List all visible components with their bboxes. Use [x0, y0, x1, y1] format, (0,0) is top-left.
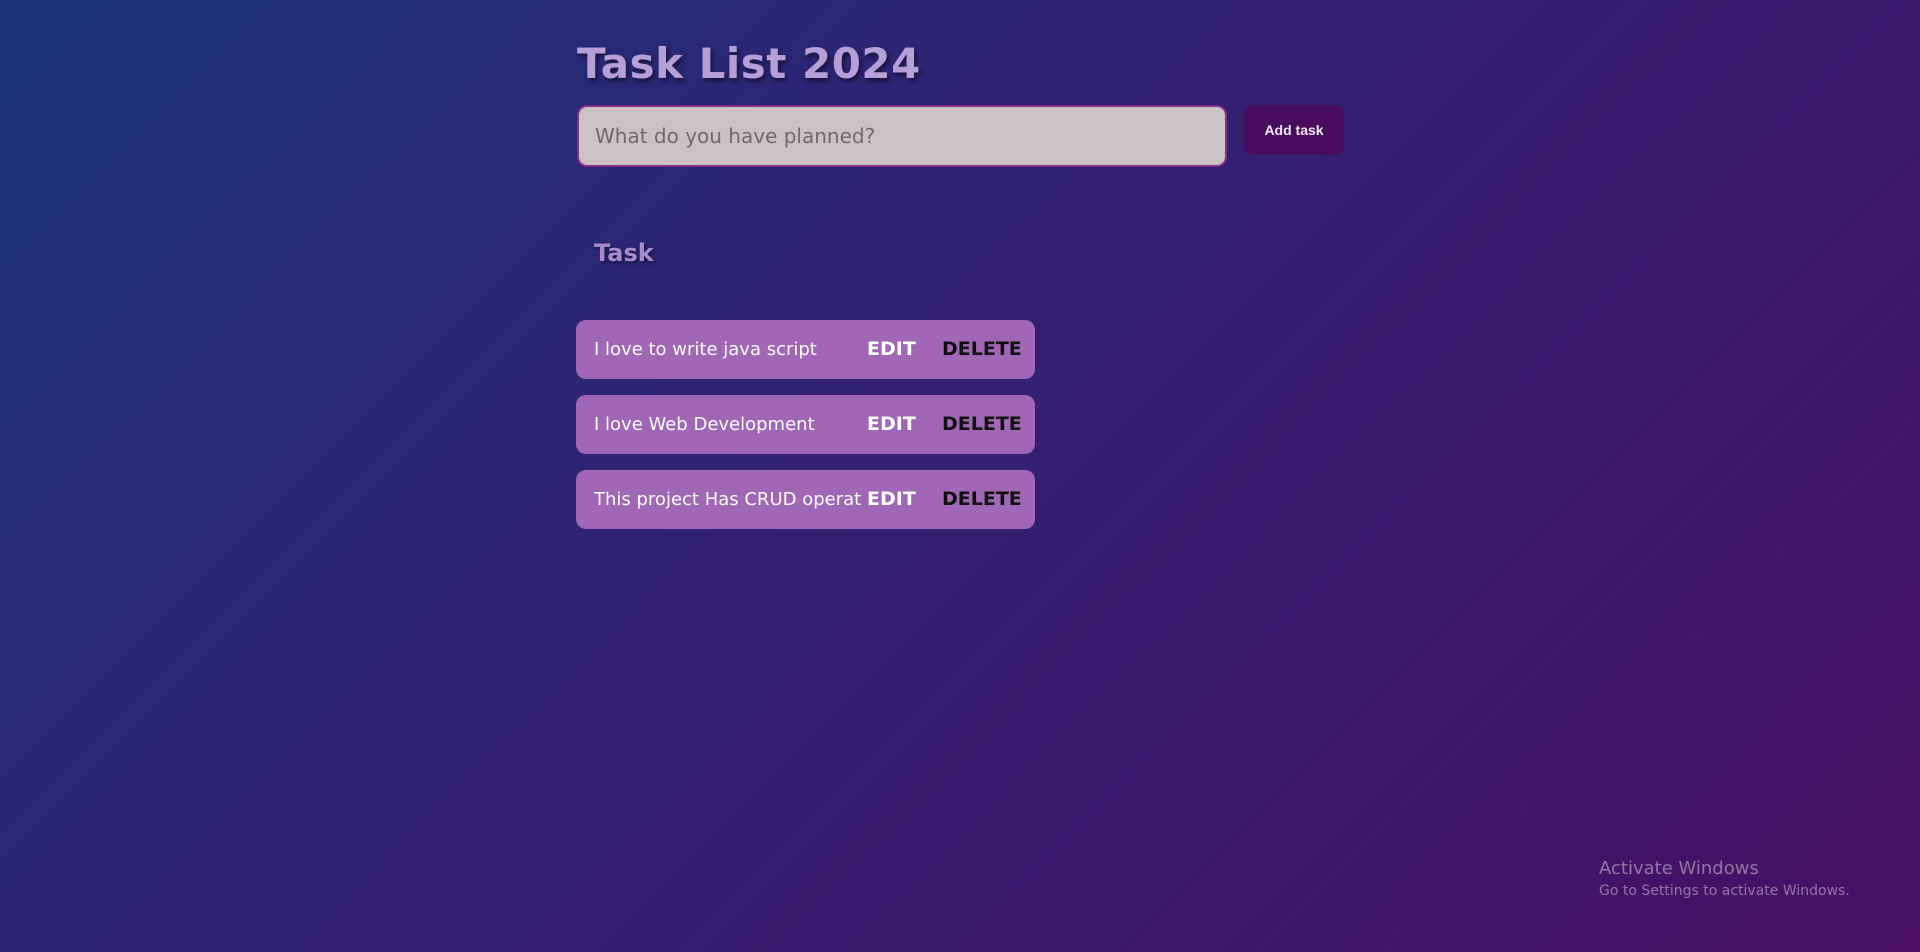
edit-button[interactable]: EDIT — [867, 470, 916, 529]
task-text[interactable]: I love Web Development — [594, 395, 862, 454]
task-text[interactable]: This project Has CRUD operatic — [594, 470, 862, 529]
task-item: I love to write java script EDIT DELETE — [576, 320, 1035, 379]
delete-button[interactable]: DELETE — [942, 320, 1022, 379]
new-task-form: Add task — [577, 105, 1357, 167]
watermark-title: Activate Windows — [1599, 858, 1759, 879]
task-item: This project Has CRUD operatic EDIT DELE… — [576, 470, 1035, 529]
task-section-title: Task — [594, 239, 654, 267]
new-task-input[interactable] — [577, 105, 1227, 167]
add-task-button[interactable]: Add task — [1244, 105, 1344, 155]
edit-button[interactable]: EDIT — [867, 320, 916, 379]
task-text[interactable]: I love to write java script — [594, 320, 862, 379]
task-app: Task List 2024 Add task Task I love to w… — [576, 36, 1357, 529]
watermark-subtitle: Go to Settings to activate Windows. — [1599, 883, 1850, 899]
activate-windows-watermark: Activate Windows Go to Settings to activ… — [1599, 858, 1850, 899]
page-title: Task List 2024 — [577, 39, 921, 88]
delete-button[interactable]: DELETE — [942, 470, 1022, 529]
task-item: I love Web Development EDIT DELETE — [576, 395, 1035, 454]
delete-button[interactable]: DELETE — [942, 395, 1022, 454]
task-list: I love to write java script EDIT DELETE … — [576, 320, 1036, 545]
edit-button[interactable]: EDIT — [867, 395, 916, 454]
